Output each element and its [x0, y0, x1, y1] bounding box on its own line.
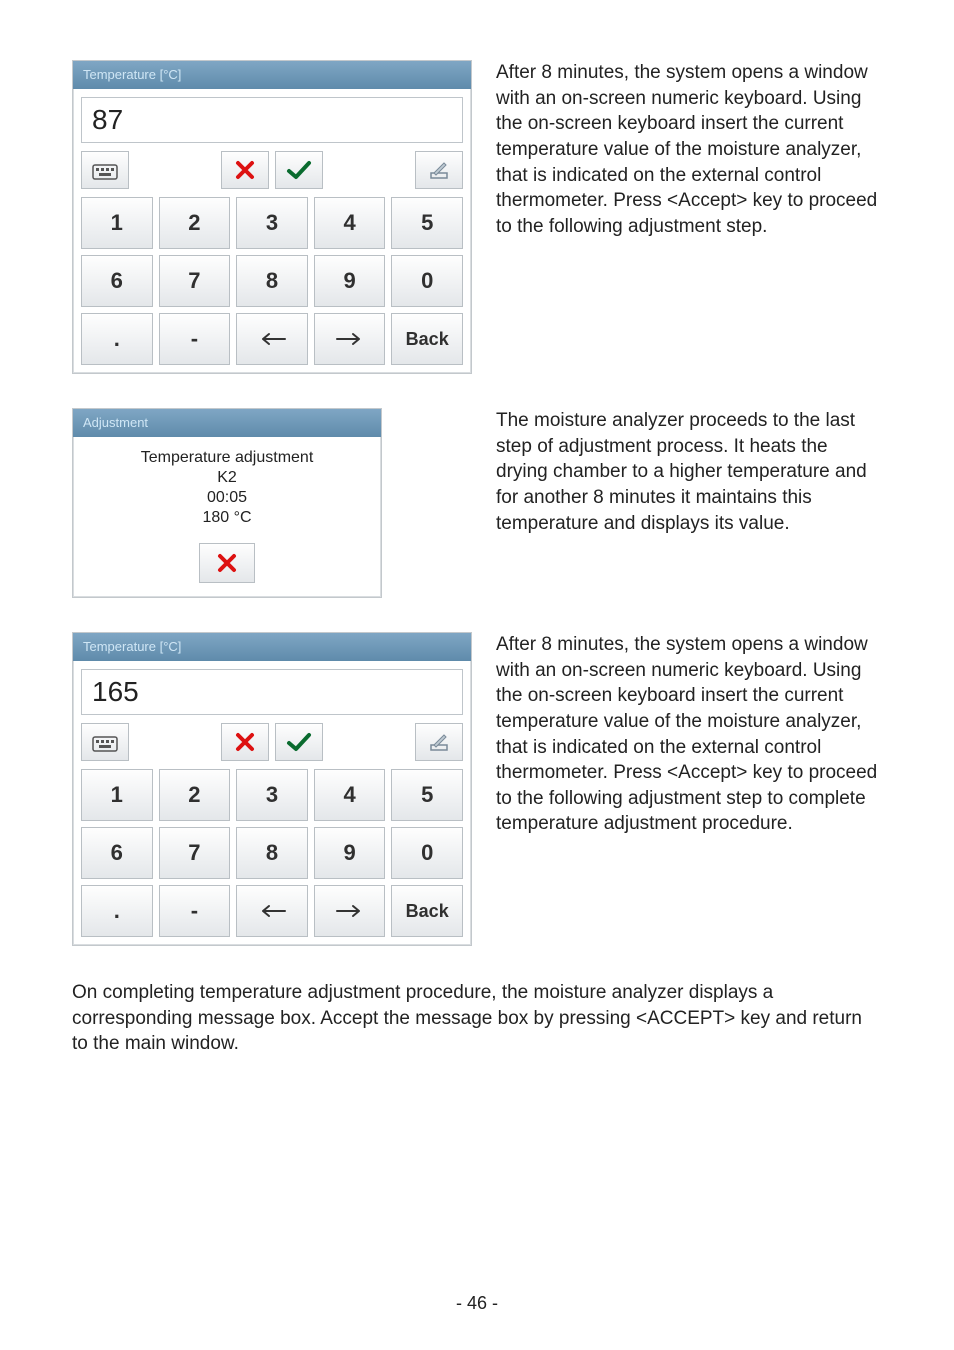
- key-1[interactable]: 1: [81, 769, 153, 821]
- pencil-icon: [428, 731, 450, 753]
- key-7[interactable]: 7: [159, 827, 231, 879]
- key-6[interactable]: 6: [81, 827, 153, 879]
- temperature-value-field[interactable]: 87: [81, 97, 463, 143]
- key-back[interactable]: Back: [391, 885, 463, 937]
- adjustment-line-2: K2: [81, 469, 373, 487]
- key-7[interactable]: 7: [159, 255, 231, 307]
- cancel-button[interactable]: [199, 543, 255, 583]
- temperature-keypad-2: Temperature [°C] 165: [72, 632, 472, 946]
- paragraph-1: After 8 minutes, the system opens a wind…: [496, 60, 882, 239]
- temperature-keypad-1: Temperature [°C] 87: [72, 60, 472, 374]
- key-2[interactable]: 2: [159, 197, 231, 249]
- cancel-button[interactable]: [221, 151, 269, 189]
- arrow-left-icon: [257, 332, 287, 346]
- key-minus[interactable]: -: [159, 313, 231, 365]
- x-icon: [234, 159, 256, 181]
- notes-button[interactable]: [415, 151, 463, 189]
- panel-title: Adjustment: [73, 409, 381, 437]
- footer-paragraph: On completing temperature adjustment pro…: [72, 980, 882, 1057]
- cancel-button[interactable]: [221, 723, 269, 761]
- key-arrow-left[interactable]: [236, 313, 308, 365]
- key-5[interactable]: 5: [391, 197, 463, 249]
- key-4[interactable]: 4: [314, 197, 386, 249]
- key-9[interactable]: 9: [314, 827, 386, 879]
- keypad-toolbar: [81, 723, 463, 761]
- arrow-left-icon: [257, 904, 287, 918]
- key-dot[interactable]: .: [81, 313, 153, 365]
- key-arrow-right[interactable]: [314, 313, 386, 365]
- arrow-right-icon: [335, 332, 365, 346]
- key-8[interactable]: 8: [236, 827, 308, 879]
- adjustment-panel: Adjustment Temperature adjustment K2 00:…: [72, 408, 382, 598]
- panel-title: Temperature [°C]: [73, 61, 471, 89]
- keyboard-switch-button[interactable]: [81, 723, 129, 761]
- keyboard-switch-button[interactable]: [81, 151, 129, 189]
- arrow-right-icon: [335, 904, 365, 918]
- key-back[interactable]: Back: [391, 313, 463, 365]
- temperature-value-field[interactable]: 165: [81, 669, 463, 715]
- key-3[interactable]: 3: [236, 769, 308, 821]
- pencil-icon: [428, 159, 450, 181]
- accept-button[interactable]: [275, 151, 323, 189]
- key-6[interactable]: 6: [81, 255, 153, 307]
- key-0[interactable]: 0: [391, 255, 463, 307]
- key-arrow-left[interactable]: [236, 885, 308, 937]
- notes-button[interactable]: [415, 723, 463, 761]
- adjustment-line-4: 180 °C: [81, 509, 373, 527]
- key-minus[interactable]: -: [159, 885, 231, 937]
- adjustment-line-3: 00:05: [81, 489, 373, 507]
- accept-button[interactable]: [275, 723, 323, 761]
- key-3[interactable]: 3: [236, 197, 308, 249]
- paragraph-3: After 8 minutes, the system opens a wind…: [496, 632, 882, 837]
- key-1[interactable]: 1: [81, 197, 153, 249]
- key-9[interactable]: 9: [314, 255, 386, 307]
- key-0[interactable]: 0: [391, 827, 463, 879]
- adjustment-line-1: Temperature adjustment: [81, 449, 373, 467]
- numeric-keypad: 1 2 3 4 5 6 7 8 9 0 . -: [81, 197, 463, 365]
- keyboard-icon: [92, 732, 118, 752]
- key-arrow-right[interactable]: [314, 885, 386, 937]
- keypad-toolbar: [81, 151, 463, 189]
- x-icon: [216, 552, 238, 574]
- paragraph-2: The moisture analyzer proceeds to the la…: [496, 408, 882, 536]
- check-icon: [286, 731, 312, 753]
- key-dot[interactable]: .: [81, 885, 153, 937]
- numeric-keypad: 1 2 3 4 5 6 7 8 9 0 . -: [81, 769, 463, 937]
- check-icon: [286, 159, 312, 181]
- x-icon: [234, 731, 256, 753]
- page-number: - 46 -: [0, 1293, 954, 1314]
- key-4[interactable]: 4: [314, 769, 386, 821]
- keyboard-icon: [92, 160, 118, 180]
- key-2[interactable]: 2: [159, 769, 231, 821]
- key-5[interactable]: 5: [391, 769, 463, 821]
- panel-title: Temperature [°C]: [73, 633, 471, 661]
- key-8[interactable]: 8: [236, 255, 308, 307]
